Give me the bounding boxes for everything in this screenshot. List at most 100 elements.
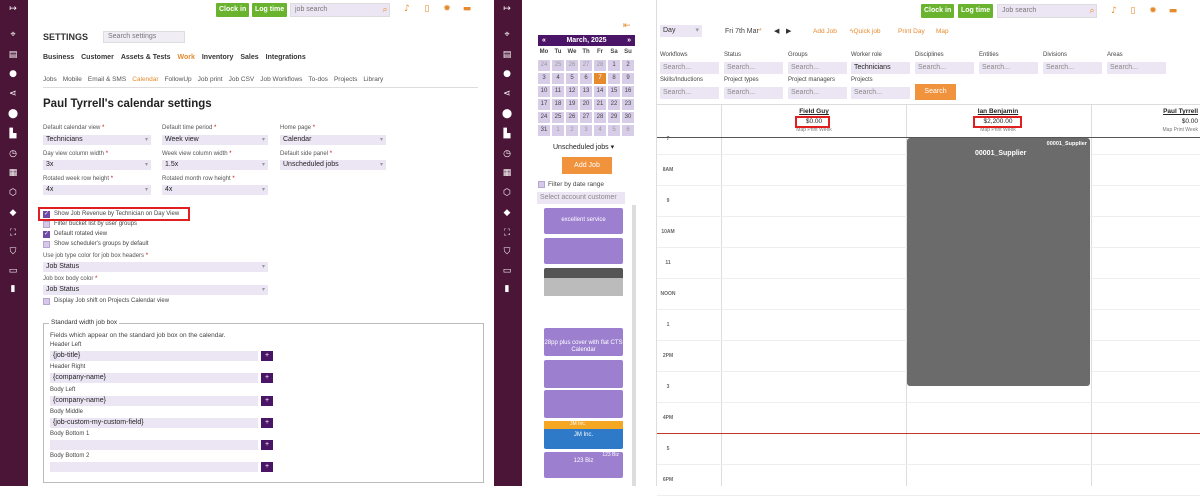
unscheduled-job-card[interactable]: 123 Biz 123 Biz: [544, 452, 623, 478]
add-field-button[interactable]: +: [261, 440, 273, 450]
book-icon[interactable]: ▭: [502, 266, 512, 276]
calendar-day[interactable]: 4: [594, 125, 606, 136]
calendar-day[interactable]: 3: [538, 73, 550, 84]
add-field-button[interactable]: +: [261, 396, 273, 406]
calendar-day[interactable]: 7: [594, 73, 606, 84]
calendar-day[interactable]: 28: [594, 112, 606, 123]
calendar-day[interactable]: 17: [538, 99, 550, 110]
log-time-button[interactable]: Log time: [958, 4, 994, 18]
technician-name[interactable]: Ian Benjamin: [948, 108, 1048, 115]
sub-tab-followup[interactable]: FollowUp: [165, 76, 192, 86]
main-tab-work[interactable]: Work: [177, 54, 194, 64]
calendar-day[interactable]: 5: [566, 73, 578, 84]
calendar-day[interactable]: 2: [566, 125, 578, 136]
prev-month-button[interactable]: «: [542, 35, 546, 46]
tag-icon[interactable]: ⌖: [8, 30, 18, 40]
box-row-input[interactable]: {company-name}: [50, 373, 258, 383]
book-icon[interactable]: ▭: [8, 266, 18, 276]
box-icon[interactable]: ⬡: [8, 188, 18, 198]
share-icon[interactable]: ⋖: [502, 89, 512, 99]
unscheduled-job-card[interactable]: 28pp plus cover with flat CTS Calendar: [544, 328, 623, 356]
filter-input[interactable]: Search...: [724, 62, 783, 74]
shield-icon[interactable]: ⛉: [502, 247, 512, 257]
gear-icon[interactable]: ✹: [442, 4, 452, 14]
calendar-day[interactable]: 31: [538, 125, 550, 136]
calendar-day[interactable]: 4: [552, 73, 564, 84]
calendar-day[interactable]: 27: [580, 60, 592, 71]
location-icon[interactable]: ⬤: [502, 109, 512, 119]
clock-icon[interactable]: ◷: [8, 149, 18, 159]
display-shift-checkbox[interactable]: [43, 298, 50, 305]
filter-input[interactable]: Search...: [788, 87, 847, 99]
filter-input[interactable]: Search...: [851, 87, 910, 99]
job-type-color-select[interactable]: Job Status: [43, 262, 268, 272]
calendar-day[interactable]: 29: [608, 112, 620, 123]
box-icon[interactable]: ⬡: [502, 188, 512, 198]
calendar-day[interactable]: 18: [552, 99, 564, 110]
main-tab-assets-tests[interactable]: Assets & Tests: [121, 54, 171, 64]
sub-tab-job-csv[interactable]: Job CSV: [229, 76, 255, 86]
jobs-scrollbar[interactable]: [632, 205, 636, 486]
next-day-button[interactable]: ▶: [786, 27, 791, 35]
sub-tab-jobs[interactable]: Jobs: [43, 76, 57, 86]
box-row-input[interactable]: [50, 462, 258, 472]
main-tab-sales[interactable]: Sales: [240, 54, 258, 64]
scan-icon[interactable]: ⛶: [502, 228, 512, 238]
box-row-input[interactable]: [50, 440, 258, 450]
add-field-button[interactable]: +: [261, 373, 273, 383]
box-row-input[interactable]: {job-title}: [50, 351, 258, 361]
calendar-day[interactable]: 28: [594, 60, 606, 71]
tags-icon[interactable]: ◆: [8, 208, 18, 218]
sub-tab-to-dos[interactable]: To-dos: [308, 76, 328, 86]
sub-tab-projects[interactable]: Projects: [334, 76, 357, 86]
sub-tab-library[interactable]: Library: [363, 76, 383, 86]
log-time-button[interactable]: Log time: [252, 3, 288, 17]
calendar-day[interactable]: 15: [608, 86, 620, 97]
technician-links[interactable]: Map Print Week: [1100, 127, 1198, 133]
job-search-input[interactable]: job search: [290, 3, 390, 17]
print-day-link[interactable]: Print Day: [898, 28, 925, 35]
default-calendar-view-select[interactable]: Technicians: [43, 135, 151, 145]
user-icon[interactable]: ●: [8, 69, 18, 79]
unscheduled-job-card[interactable]: [544, 238, 623, 264]
add-field-button[interactable]: +: [261, 462, 273, 472]
gear-icon[interactable]: ✹: [1148, 6, 1158, 16]
job-search-input[interactable]: Job search: [997, 4, 1097, 18]
clock-in-button[interactable]: Clock in: [921, 4, 955, 18]
quick-job-link[interactable]: ϟQuick job: [850, 28, 881, 35]
calendar-day[interactable]: 6: [580, 73, 592, 84]
calendar-day[interactable]: 1: [608, 60, 620, 71]
collapse-panel-icon[interactable]: ⇤: [623, 20, 631, 31]
user-icon[interactable]: ●: [502, 69, 512, 79]
bell-icon[interactable]: ♪: [1109, 6, 1119, 16]
sub-tab-calendar[interactable]: Calendar: [132, 76, 158, 86]
report-icon[interactable]: ▮: [502, 284, 512, 294]
next-month-button[interactable]: »: [627, 35, 631, 46]
tag-icon[interactable]: ⌖: [502, 30, 512, 40]
checkbox-2[interactable]: [43, 230, 50, 238]
default-side-panel-select[interactable]: Unscheduled jobs: [280, 160, 386, 170]
home-page-select[interactable]: Calendar: [280, 135, 386, 145]
sub-tab-job-print[interactable]: Job print: [198, 76, 223, 86]
checkbox-3[interactable]: [43, 241, 50, 248]
filter-input[interactable]: Search...: [724, 87, 783, 99]
unscheduled-job-card[interactable]: JM Inc. JM Inc.: [544, 421, 623, 449]
filter-input[interactable]: Search...: [1043, 62, 1102, 74]
receipt-icon[interactable]: ▦: [502, 168, 512, 178]
tags-icon[interactable]: ◆: [502, 208, 512, 218]
factory-icon[interactable]: ▙: [8, 129, 18, 139]
search-button[interactable]: Search: [915, 84, 956, 100]
calendar-day[interactable]: 27: [580, 112, 592, 123]
filter-input[interactable]: Search...: [979, 62, 1038, 74]
document-icon[interactable]: ▤: [8, 50, 18, 60]
expand-icon[interactable]: ↦: [502, 4, 512, 14]
calendar-event[interactable]: 00001_Supplier 00001_Supplier: [907, 138, 1090, 386]
calendar-day[interactable]: 24: [538, 60, 550, 71]
expand-icon[interactable]: ↦: [8, 4, 18, 14]
box-row-input[interactable]: {job-custom-my-custom-field}: [50, 418, 258, 428]
bell-icon[interactable]: ♪: [402, 4, 412, 14]
rotated-month-row-height-select[interactable]: 4x: [162, 185, 268, 195]
calendar-day[interactable]: 5: [608, 125, 620, 136]
calendar-day[interactable]: 1: [552, 125, 564, 136]
sub-tab-job-workflows[interactable]: Job Workflows: [260, 76, 302, 86]
